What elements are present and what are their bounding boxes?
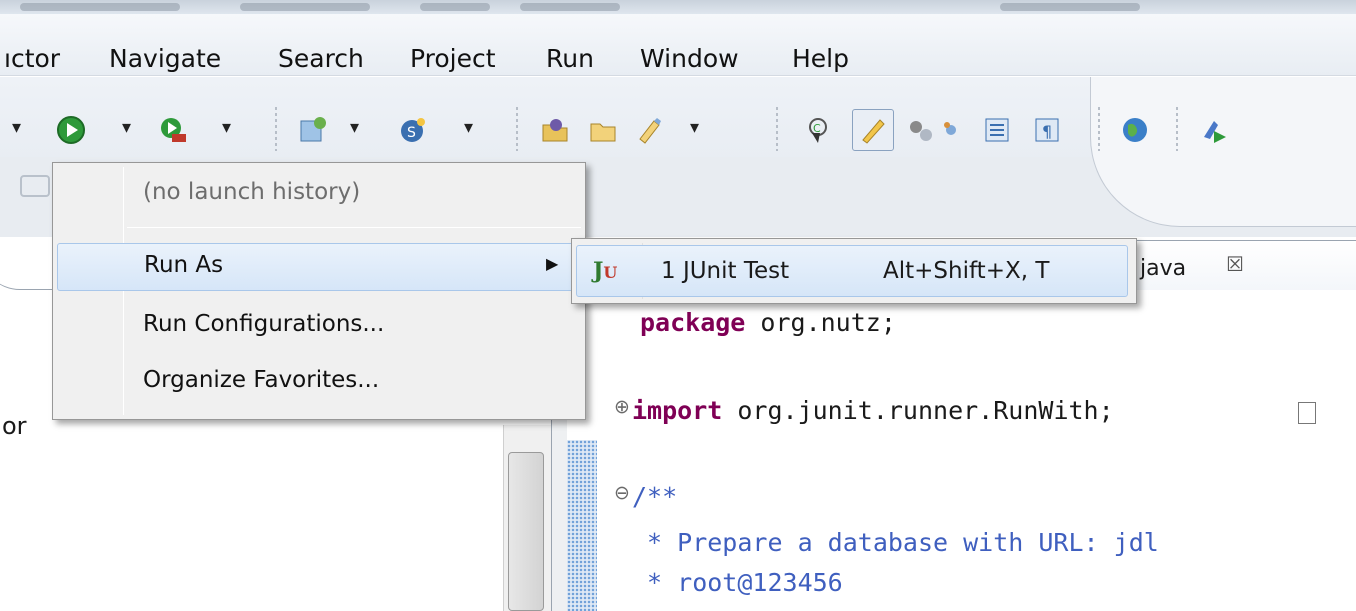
menu-item-no-launch-history: (no launch history) <box>143 179 361 205</box>
run-icon[interactable] <box>54 113 88 147</box>
menu-help[interactable]: Help <box>792 44 849 73</box>
menu-search[interactable]: Search <box>278 44 364 73</box>
run-dropdown-menu: (no launch history) Run As ▶ Run Configu… <box>52 162 586 420</box>
close-icon[interactable]: ☒ <box>1226 252 1244 276</box>
menu-item-accelerator: Alt+Shift+X, T <box>883 258 1050 284</box>
menu-project[interactable]: Project <box>410 44 496 73</box>
code-line: import org.junit.runner.RunWith; <box>632 396 1114 425</box>
menu-window[interactable]: Window <box>640 44 739 73</box>
web-browser-icon[interactable]: ¶ <box>1030 113 1064 147</box>
deploy-icon[interactable] <box>1196 113 1230 147</box>
window-title-bar <box>0 0 1356 14</box>
overview-ruler <box>567 440 597 611</box>
junit-icon: JU <box>593 258 618 284</box>
fold-collapse-icon[interactable]: ⊖ <box>614 482 630 504</box>
menu-item-run-configurations[interactable]: Run Configurations... <box>57 303 581 351</box>
fold-expand-icon[interactable]: ⊕ <box>614 396 630 418</box>
open-folder-icon[interactable] <box>586 113 620 147</box>
menu-item-organize-favorites[interactable]: Organize Favorites... <box>57 359 581 407</box>
chevron-down-icon[interactable]: ▾ <box>12 117 21 138</box>
marker-icon[interactable] <box>632 113 666 147</box>
menu-item-label: 1 JUnit Test <box>661 258 790 284</box>
toggle-breadcrumb-icon[interactable]: C <box>802 113 836 147</box>
code-line: package org.nutz; <box>640 308 896 337</box>
external-tools-icon[interactable] <box>156 113 190 147</box>
run-as-submenu: JU 1 JUnit Test Alt+Shift+X, T <box>571 238 1137 304</box>
menu-refactor[interactable]: ıctor <box>4 44 60 73</box>
left-view-text: or <box>2 412 27 440</box>
code-line: * Prepare a database with URL: jdl <box>632 528 1159 557</box>
show-whitespace-icon[interactable] <box>934 113 968 147</box>
chevron-down-icon[interactable]: ▾ <box>350 117 359 138</box>
menu-item-junit-test[interactable]: JU 1 JUnit Test Alt+Shift+X, T <box>576 245 1128 297</box>
chevron-down-icon[interactable]: ▾ <box>690 117 699 138</box>
menu-run[interactable]: Run <box>546 44 594 73</box>
chevron-down-icon[interactable]: ▾ <box>122 117 131 138</box>
scrollbar-thumb[interactable] <box>508 452 544 611</box>
new-server-icon[interactable]: S <box>396 113 430 147</box>
back-arrow-icon[interactable] <box>20 175 50 197</box>
open-type-icon[interactable] <box>538 113 572 147</box>
chevron-down-icon[interactable]: ▾ <box>464 117 473 138</box>
globe-icon[interactable] <box>1118 113 1152 147</box>
folded-import-marker[interactable] <box>1298 402 1316 424</box>
svg-text:¶: ¶ <box>1042 122 1052 141</box>
menu-item-run-as[interactable]: Run As ▶ <box>57 243 581 291</box>
code-line: * root@123456 <box>632 568 843 597</box>
menu-navigate[interactable]: Navigate <box>109 44 221 73</box>
menu-bar: ıctor Navigate Search Project Run Window… <box>0 14 1356 76</box>
editor-tab-label: java <box>1140 256 1187 281</box>
code-editor[interactable] <box>598 290 1356 611</box>
block-selection-icon[interactable] <box>904 113 938 147</box>
submenu-arrow-icon: ▶ <box>546 254 559 273</box>
code-line: /** <box>632 482 678 511</box>
mark-occurrences-icon[interactable] <box>852 109 894 151</box>
pilcrow-icon[interactable] <box>980 113 1014 147</box>
svg-text:S: S <box>407 125 416 141</box>
chevron-down-icon[interactable]: ▾ <box>222 117 231 138</box>
new-class-icon[interactable] <box>296 113 330 147</box>
